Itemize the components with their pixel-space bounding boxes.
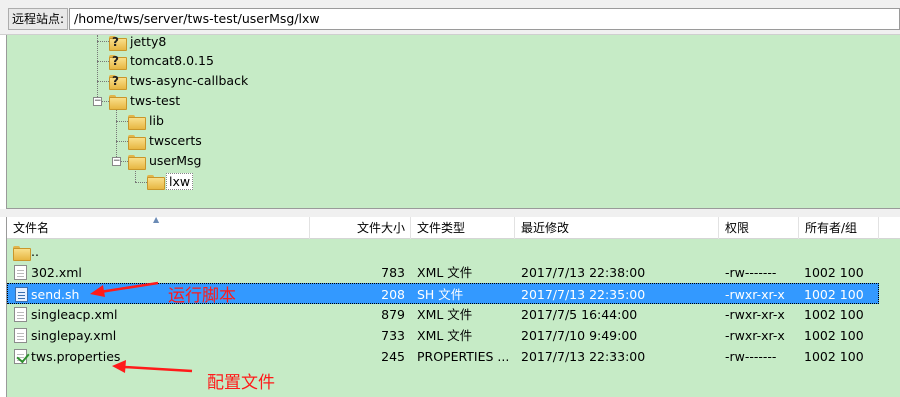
file-permissions: -rwxr-xr-x (725, 287, 785, 302)
file-permissions: -rw------- (725, 265, 777, 280)
file-modified: 2017/7/10 9:49:00 (521, 328, 638, 343)
file-permissions: -rw------- (725, 349, 777, 364)
file-name: singleacp.xml (31, 307, 118, 322)
file-modified: 2017/7/13 22:33:00 (521, 349, 646, 364)
remote-site-label: 远程站点: (8, 8, 69, 30)
file-permissions: -rwxr-xr-x (725, 307, 785, 322)
address-bar: 远程站点: /home/tws/server/tws-test/userMsg/… (0, 0, 900, 35)
folder-icon (109, 94, 127, 110)
remote-file-list[interactable]: 文件名 ▲ 文件大小 文件类型 最近修改 权限 所有者/组 .. 302.xml… (6, 215, 900, 397)
tree-node-label: jetty8 (130, 34, 167, 49)
folder-question-icon: ? (109, 54, 127, 70)
file-size: 208 (381, 287, 405, 302)
folder-icon (147, 174, 165, 190)
sort-ascending-icon: ▲ (153, 215, 160, 224)
file-icon (14, 328, 27, 343)
file-row[interactable]: singlepay.xml 733 XML 文件 2017/7/10 9:49:… (7, 325, 879, 346)
file-icon (14, 307, 27, 322)
file-size: 245 (381, 349, 405, 364)
annotation-run-script: 运行脚本 (168, 286, 236, 306)
tree-node-label: userMsg (149, 153, 202, 168)
tree-node-label: tws-async-callback (130, 73, 249, 88)
file-name: .. (31, 244, 39, 259)
properties-file-icon (14, 349, 27, 364)
script-file-icon (15, 287, 28, 302)
file-row[interactable]: singleacp.xml 879 XML 文件 2017/7/5 16:44:… (7, 304, 879, 325)
tree-node-tomcat[interactable]: ? tomcat8.0.15 (109, 52, 216, 70)
file-name: tws.properties (31, 349, 121, 364)
collapse-toggle-icon[interactable]: − (93, 97, 102, 106)
column-header-filesize[interactable]: 文件大小 (310, 217, 411, 239)
collapse-toggle-icon[interactable]: − (112, 157, 121, 166)
file-size: 783 (381, 265, 405, 280)
file-owner: 1002 100 (804, 328, 864, 343)
tree-node-tws-async-callback[interactable]: ? tws-async-callback (109, 72, 250, 90)
file-icon (14, 265, 27, 280)
file-name: 302.xml (31, 265, 82, 280)
file-name: send.sh (31, 287, 80, 302)
remote-path-input[interactable]: /home/tws/server/tws-test/userMsg/lxw (69, 8, 900, 30)
tree-node-label: lib (149, 113, 164, 128)
tree-node-usermsg[interactable]: userMsg (128, 152, 204, 170)
file-owner: 1002 100 (804, 265, 864, 280)
panel-splitter[interactable] (0, 209, 900, 217)
file-type: XML 文件 (417, 265, 473, 280)
file-row-selected[interactable]: send.sh 208 SH 文件 2017/7/13 22:35:00 -rw… (7, 283, 879, 304)
file-type: PROPERTIES ... (417, 349, 510, 364)
tree-node-label: twscerts (149, 133, 202, 148)
file-row[interactable]: 302.xml 783 XML 文件 2017/7/13 22:38:00 -r… (7, 262, 879, 283)
folder-icon (128, 114, 146, 130)
tree-node-lib[interactable]: lib (128, 112, 166, 130)
column-header-filetype[interactable]: 文件类型 (411, 217, 515, 239)
tree-node-label: tomcat8.0.15 (130, 53, 214, 68)
file-type: XML 文件 (417, 328, 473, 343)
tree-node-twscerts[interactable]: twscerts (128, 132, 204, 150)
file-size: 879 (381, 307, 405, 322)
column-header-owner-group[interactable]: 所有者/组 (799, 217, 879, 239)
file-modified: 2017/7/13 22:35:00 (521, 287, 646, 302)
file-permissions: -rwxr-xr-x (725, 328, 785, 343)
column-header-permissions[interactable]: 权限 (719, 217, 799, 239)
folder-icon (128, 154, 146, 170)
annotation-config-file: 配置文件 (207, 373, 275, 393)
folder-question-icon: ? (109, 35, 127, 51)
tree-node-label: lxw (166, 172, 194, 190)
folder-icon (128, 134, 146, 150)
file-type: XML 文件 (417, 307, 473, 322)
file-modified: 2017/7/5 16:44:00 (521, 307, 638, 322)
tree-node-lxw[interactable]: lxw (147, 172, 194, 190)
folder-icon (13, 245, 31, 261)
file-row-parent[interactable]: .. (7, 241, 879, 262)
file-modified: 2017/7/13 22:38:00 (521, 265, 646, 280)
file-type: SH 文件 (417, 287, 464, 302)
file-owner: 1002 100 (804, 349, 864, 364)
file-row[interactable]: tws.properties 245 PROPERTIES ... 2017/7… (7, 346, 879, 367)
file-owner: 1002 100 (804, 287, 864, 302)
file-list-header: 文件名 ▲ 文件大小 文件类型 最近修改 权限 所有者/组 (7, 215, 900, 239)
remote-directory-tree[interactable]: ? jetty8 ? tomcat8.0.15 ? tws-async-call… (6, 33, 900, 209)
file-name: singlepay.xml (31, 328, 117, 343)
tree-node-label: tws-test (130, 93, 181, 108)
tree-node-jetty8[interactable]: ? jetty8 (109, 33, 168, 51)
folder-question-icon: ? (109, 74, 127, 90)
column-header-modified[interactable]: 最近修改 (515, 217, 719, 239)
file-size: 733 (381, 328, 405, 343)
file-owner: 1002 100 (804, 307, 864, 322)
tree-node-tws-test[interactable]: tws-test (109, 92, 182, 110)
